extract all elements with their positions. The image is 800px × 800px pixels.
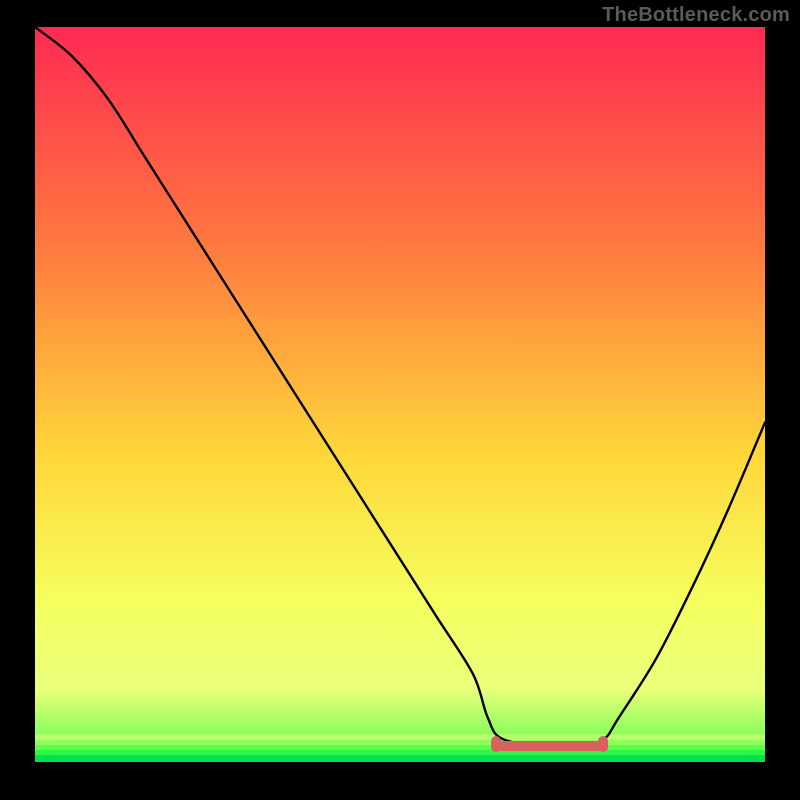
watermark-text: TheBottleneck.com (602, 4, 790, 27)
curve-layer (35, 27, 765, 762)
optimal-range-highlight (495, 741, 605, 751)
optimal-range-cap-left (491, 736, 501, 752)
optimal-range-cap-right (598, 736, 608, 752)
chart-frame: TheBottleneck.com (0, 0, 800, 800)
bottleneck-curve (35, 27, 765, 747)
plot-area (35, 27, 765, 762)
